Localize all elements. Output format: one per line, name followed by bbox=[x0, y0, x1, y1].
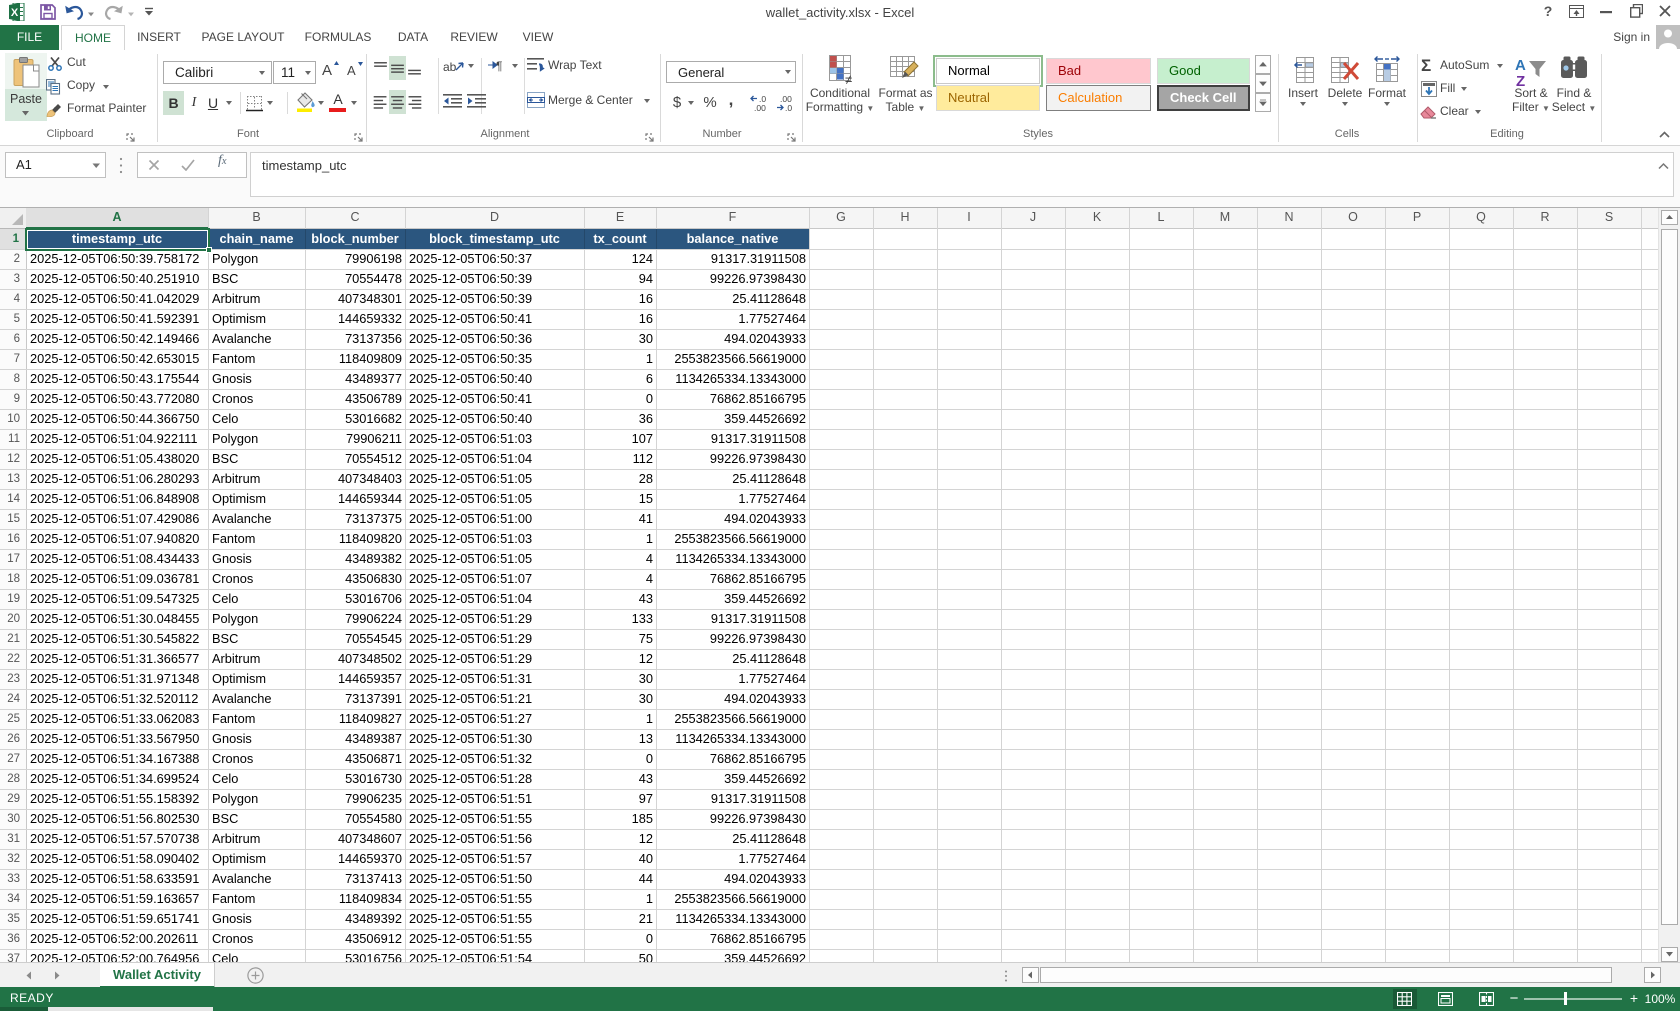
svg-text:¶: ¶ bbox=[496, 59, 502, 73]
svg-text:A: A bbox=[322, 62, 332, 77]
svg-text:.00: .00 bbox=[754, 103, 766, 112]
svg-text:X: X bbox=[11, 7, 19, 19]
svg-text:≠: ≠ bbox=[845, 72, 852, 85]
svg-text:A: A bbox=[347, 63, 356, 77]
svg-text:.0: .0 bbox=[785, 103, 792, 112]
svg-text:A: A bbox=[1515, 57, 1526, 74]
svg-text:ab: ab bbox=[443, 60, 457, 74]
